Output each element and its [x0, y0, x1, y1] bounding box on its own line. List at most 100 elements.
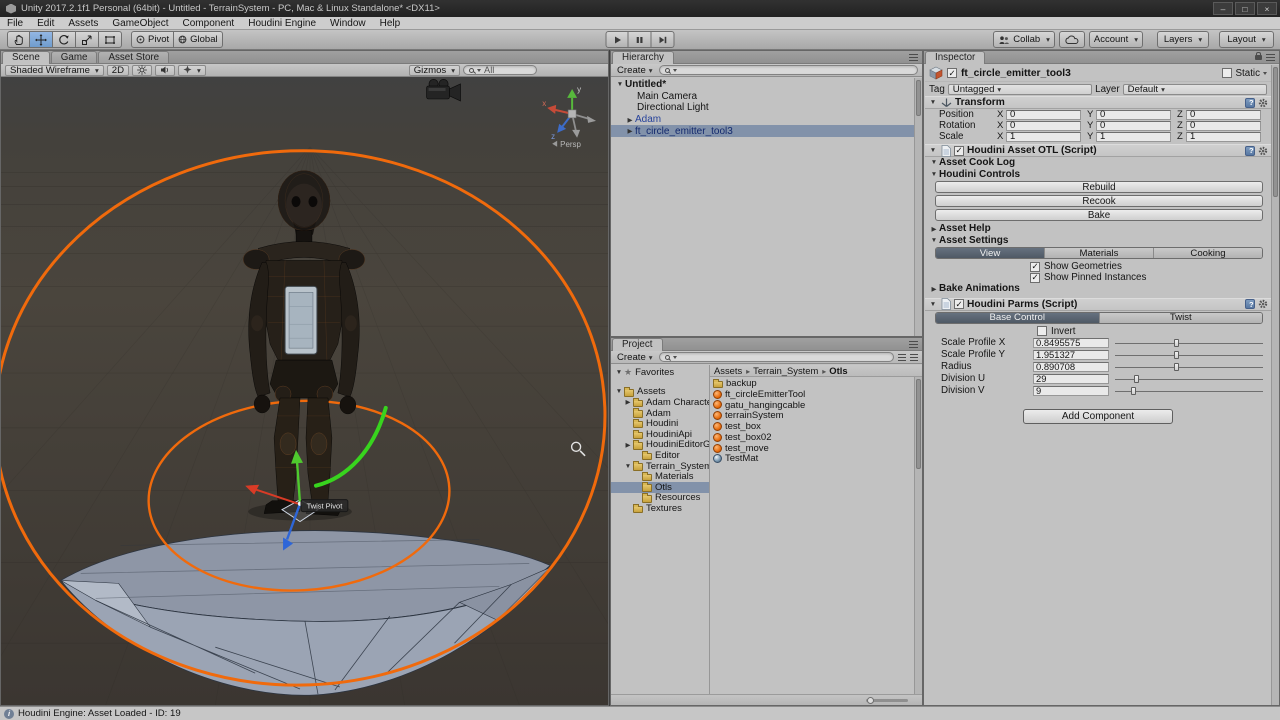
tree-item-houdinieditorgui[interactable]: HoudiniEditorGU...	[611, 440, 709, 450]
project-label-filter-icon[interactable]	[910, 353, 918, 361]
asset-settings-foldout[interactable]: Asset Settings	[925, 235, 1271, 247]
window-titlebar[interactable]: Unity 2017.2.1f1 Personal (64bit) - Unti…	[0, 0, 1280, 17]
gizmos-dropdown[interactable]: Gizmos	[408, 64, 460, 76]
project-file-terrainsystem[interactable]: terrainSystem	[710, 410, 914, 421]
pivot-toggle-button[interactable]: Pivot	[131, 31, 175, 48]
tab-asset-store[interactable]: Asset Store	[98, 51, 170, 63]
breadcrumb-otls[interactable]: Otls	[829, 365, 853, 376]
tree-item-houdini[interactable]: Houdini	[611, 418, 709, 429]
hierarchy-item-main-camera[interactable]: Main Camera	[611, 91, 914, 103]
hand-tool-button[interactable]	[7, 31, 30, 48]
move-tool-button[interactable]	[30, 31, 53, 48]
hierarchy-scrollbar[interactable]	[914, 78, 922, 336]
project-file-backup[interactable]: backup	[710, 378, 914, 389]
position-x-field[interactable]: 0	[1006, 109, 1081, 120]
panel-menu-icon[interactable]	[909, 341, 918, 348]
hierarchy-item-untitled[interactable]: Untitled*	[611, 79, 914, 91]
pause-button[interactable]	[628, 31, 652, 48]
tree-item-favorites[interactable]: Favorites	[611, 367, 709, 378]
hierarchy-item-adam[interactable]: Adam	[611, 114, 914, 126]
parm-tab-twist[interactable]: Twist	[1098, 312, 1262, 323]
rotation-z-field[interactable]: 0	[1186, 120, 1261, 131]
hierarchy-create-dropdown[interactable]: Create	[615, 65, 655, 76]
panel-menu-icon[interactable]	[1266, 54, 1275, 61]
project-search-input[interactable]	[658, 352, 894, 362]
division-u-field[interactable]: 29	[1033, 373, 1109, 384]
project-file-test-move[interactable]: test_move	[710, 443, 914, 454]
zoom-slider-thumb[interactable]	[867, 696, 874, 704]
scale-profile-y-field[interactable]: 1.951327	[1033, 349, 1109, 360]
tab-game[interactable]: Game	[50, 51, 98, 63]
audio-toggle-button[interactable]	[155, 64, 176, 76]
static-dropdown-arrow-icon[interactable]	[1263, 71, 1267, 75]
layer-dropdown[interactable]: Default	[1122, 83, 1267, 95]
active-checkbox[interactable]	[947, 68, 957, 78]
settings-tab-cooking[interactable]: Cooking	[1153, 248, 1262, 258]
scale-x-field[interactable]: 1	[1006, 131, 1081, 142]
rect-tool-button[interactable]	[99, 31, 122, 48]
scale-profile-y-slider[interactable]	[1115, 350, 1263, 360]
help-icon[interactable]	[1245, 97, 1255, 108]
menu-item-file[interactable]: File	[0, 18, 30, 29]
project-file-ft-circleemittertool[interactable]: ft_circleEmitterTool	[710, 389, 914, 400]
position-z-field[interactable]: 0	[1186, 109, 1261, 120]
tree-item-adam[interactable]: Adam	[611, 408, 709, 418]
tree-item-textures[interactable]: Textures	[611, 503, 709, 514]
hierarchy-item-ft-circle-emitter-tool3[interactable]: ft_circle_emitter_tool3	[611, 125, 914, 137]
transform-header[interactable]: Transform	[925, 96, 1271, 109]
menu-item-component[interactable]: Component	[176, 18, 242, 29]
tag-dropdown[interactable]: Untagged	[947, 83, 1093, 95]
static-checkbox[interactable]	[1222, 68, 1233, 78]
menu-item-assets[interactable]: Assets	[61, 18, 105, 29]
tree-item-otls[interactable]: Otls	[611, 481, 709, 493]
maximize-button[interactable]	[1235, 2, 1255, 15]
houdini-controls-foldout[interactable]: Houdini Controls	[925, 169, 1271, 181]
cloud-button[interactable]	[1058, 31, 1085, 48]
minimize-button[interactable]	[1213, 2, 1233, 15]
breadcrumb-terrain-system[interactable]: Terrain_System	[753, 365, 828, 376]
scale-z-field[interactable]: 1	[1186, 131, 1261, 142]
thumbnail-zoom-slider[interactable]	[866, 696, 908, 704]
global-toggle-button[interactable]: Global	[174, 31, 223, 48]
project-file-gatu-hangingcable[interactable]: gatu_hangingcable	[710, 400, 914, 411]
foldout-open-icon[interactable]	[928, 147, 938, 154]
foldout-open-icon[interactable]	[614, 369, 624, 376]
foldout-closed-icon[interactable]	[929, 225, 939, 233]
tree-item-resources[interactable]: Resources	[611, 493, 709, 503]
project-type-filter-icon[interactable]	[898, 353, 906, 361]
menu-item-window[interactable]: Window	[323, 18, 373, 29]
project-file-test-box02[interactable]: test_box02	[710, 432, 914, 443]
project-file-testmat[interactable]: TestMat	[710, 453, 914, 464]
radius-field[interactable]: 0.890708	[1033, 361, 1109, 372]
object-name[interactable]: ft_circle_emitter_tool3	[961, 68, 1218, 79]
show-pinned-instances-checkbox[interactable]	[1030, 272, 1040, 283]
foldout-closed-icon[interactable]	[625, 127, 635, 135]
project-files-scrollbar[interactable]	[914, 377, 922, 694]
foldout-open-icon[interactable]	[929, 171, 939, 178]
foldout-open-icon[interactable]	[928, 99, 938, 106]
tree-item-terrain-system[interactable]: Terrain_System	[611, 461, 709, 471]
invert-checkbox[interactable]	[1037, 326, 1047, 336]
parm-tab-base-control[interactable]: Base Control	[936, 312, 1099, 323]
division-v-field[interactable]: 9	[1033, 385, 1109, 396]
account-dropdown[interactable]: Account	[1088, 31, 1143, 48]
foldout-closed-icon[interactable]	[625, 116, 635, 124]
tab-hierarchy[interactable]: Hierarchy	[612, 51, 674, 64]
component-enabled-checkbox[interactable]	[954, 299, 964, 309]
foldout-closed-icon[interactable]	[929, 285, 939, 293]
gear-icon[interactable]	[1258, 98, 1268, 108]
foldout-closed-icon[interactable]	[623, 398, 633, 406]
scene-viewport[interactable]: Twist Pivot y x z Persp	[1, 77, 608, 705]
rebuild-button[interactable]: Rebuild	[935, 181, 1263, 193]
show-geometries-checkbox[interactable]	[1030, 261, 1040, 272]
rotation-y-field[interactable]: 0	[1096, 120, 1171, 131]
houdini-parms-header[interactable]: Houdini Parms (Script)	[925, 297, 1271, 311]
gear-icon[interactable]	[1258, 299, 1268, 309]
component-enabled-checkbox[interactable]	[954, 145, 964, 156]
rotation-x-field[interactable]: 0	[1006, 120, 1081, 131]
foldout-open-icon[interactable]	[928, 301, 938, 308]
tab-project[interactable]: Project	[612, 338, 663, 351]
rotate-tool-button[interactable]	[53, 31, 76, 48]
tab-inspector[interactable]: Inspector	[925, 51, 986, 64]
inspector-lock-icon[interactable]	[1255, 52, 1262, 60]
